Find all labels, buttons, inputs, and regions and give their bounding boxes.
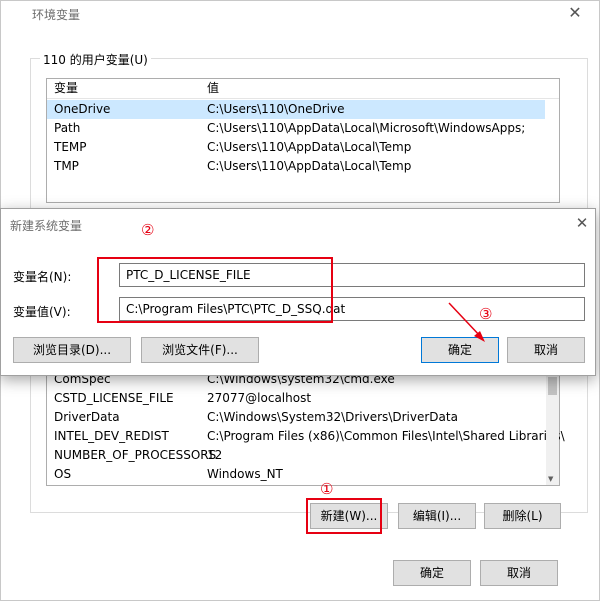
annotation-step-2: ②	[141, 221, 155, 239]
close-icon[interactable]: ✕	[571, 213, 593, 233]
row-variable-name: NUMBER_OF_PROCESSORS	[54, 448, 217, 462]
table-row[interactable]: Path C:\Users\110\AppData\Local\Microsof…	[47, 119, 545, 138]
row-variable-name: DriverData	[54, 410, 120, 424]
dialog-cancel-button[interactable]: 取消	[507, 337, 585, 363]
annotation-box-new-button	[306, 498, 382, 534]
table-row[interactable]: NUMBER_OF_PROCESSORS 12	[47, 446, 545, 465]
row-variable-value: C:\Users\110\AppData\Local\Temp	[207, 159, 412, 173]
table-row[interactable]: CSTD_LICENSE_FILE 27077@localhost	[47, 389, 545, 408]
delete-variable-button[interactable]: 删除(L)	[484, 503, 561, 529]
variable-name-label: 变量名(N):	[13, 270, 72, 284]
list-header: 变量 值	[47, 79, 559, 99]
row-variable-value: Windows_NT	[207, 467, 283, 481]
row-variable-value: C:\Users\110\AppData\Local\Microsoft\Win…	[207, 121, 526, 135]
row-variable-name: OS	[54, 467, 72, 481]
table-row[interactable]: TMP C:\Users\110\AppData\Local\Temp	[47, 157, 545, 176]
variable-value-label: 变量值(V):	[13, 305, 71, 319]
browse-file-button[interactable]: 浏览文件(F)...	[141, 337, 259, 363]
row-variable-name: OneDrive	[54, 102, 111, 116]
row-variable-value: C:\Users\110\OneDrive	[207, 102, 345, 116]
scrollbar-thumb[interactable]	[548, 377, 557, 395]
table-row[interactable]: OS Windows_NT	[47, 465, 545, 484]
user-variables-list[interactable]: 变量 值 OneDrive C:\Users\110\OneDrive Path…	[46, 78, 560, 203]
cancel-button[interactable]: 取消	[480, 560, 558, 586]
system-variables-list[interactable]: ComSpec C:\Windows\system32\cmd.exe CSTD…	[46, 364, 565, 486]
browse-directory-button[interactable]: 浏览目录(D)...	[13, 337, 131, 363]
column-header-value[interactable]: 值	[207, 79, 219, 98]
row-variable-name: CSTD_LICENSE_FILE	[54, 391, 174, 405]
row-variable-name: TEMP	[54, 140, 87, 154]
row-variable-value: C:\Windows\System32\Drivers\DriverData	[207, 410, 458, 424]
row-variable-name: Path	[54, 121, 81, 135]
dialog-title: 新建系统变量	[10, 219, 83, 233]
row-variable-value: 12	[207, 448, 223, 462]
column-header-variable[interactable]: 变量	[54, 79, 78, 98]
table-row[interactable]: DriverData C:\Windows\System32\Drivers\D…	[47, 408, 545, 427]
row-variable-value: C:\Users\110\AppData\Local\Temp	[207, 140, 412, 154]
annotation-step-1: ①	[320, 480, 334, 498]
scroll-down-icon[interactable]: ▼	[548, 475, 553, 483]
ok-button[interactable]: 确定	[393, 560, 471, 586]
new-system-variable-dialog: 新建系统变量 ✕ 变量名(N): PTC_D_LICENSE_FILE 变量值(…	[0, 208, 596, 376]
table-row[interactable]: OneDrive C:\Users\110\OneDrive	[47, 100, 545, 119]
row-variable-value: 27077@localhost	[207, 391, 312, 405]
row-variable-name: INTEL_DEV_REDIST	[54, 429, 169, 443]
row-variable-value: C:\Program Files (x86)\Common Files\Inte…	[207, 429, 565, 443]
table-row[interactable]: INTEL_DEV_REDIST C:\Program Files (x86)\…	[47, 427, 565, 446]
table-row[interactable]: TEMP C:\Users\110\AppData\Local\Temp	[47, 138, 545, 157]
annotation-box-inputs	[97, 257, 333, 323]
row-variable-name: TMP	[54, 159, 79, 173]
user-variables-group-title: 110 的用户变量(U)	[40, 51, 151, 68]
close-icon[interactable]: ✕	[563, 2, 587, 24]
edit-variable-button[interactable]: 编辑(I)...	[398, 503, 476, 529]
window-title: 环境变量	[32, 8, 81, 22]
annotation-arrow-icon	[448, 302, 485, 342]
